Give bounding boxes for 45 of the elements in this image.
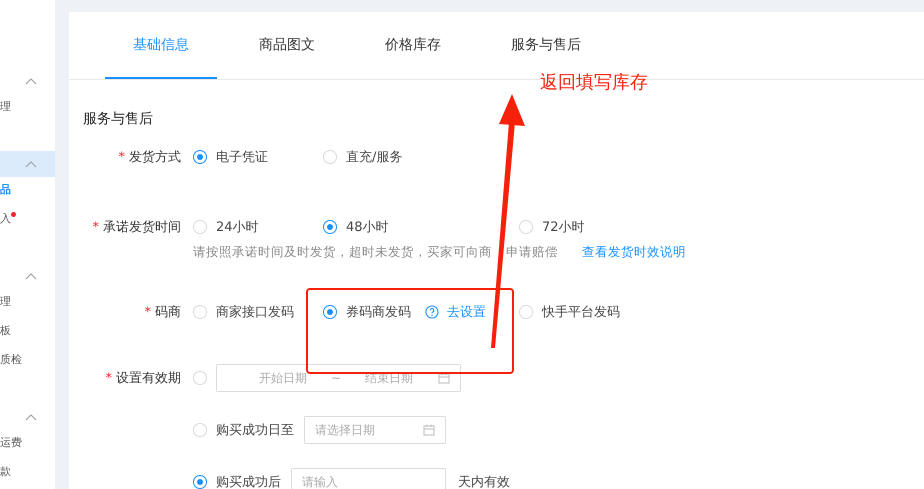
required-asterisk: * [118, 150, 125, 165]
chevron-icon [25, 413, 37, 421]
annotation-text: 返回填写库存 [540, 71, 648, 94]
field-label: 码商 [155, 305, 181, 320]
sidebar-item[interactable]: 入 [0, 211, 11, 226]
radio-button[interactable] [193, 150, 207, 164]
calendar-icon [438, 372, 450, 384]
suffix-text: 天内有效 [458, 474, 510, 489]
tab[interactable]: 价格库存 [357, 12, 469, 79]
required-asterisk: * [92, 220, 99, 235]
days-input-field[interactable]: 请输入 [291, 468, 446, 489]
field-label: 发货方式 [129, 150, 181, 165]
radio-button[interactable] [323, 220, 337, 234]
radio-label: 商家接口发码 [216, 304, 294, 321]
radio-label: 48小时 [346, 219, 389, 236]
radio-label: 电子凭证 [216, 149, 268, 166]
hint-text: 请按照承诺时间及时发货，超时未发货，买家可向商 [193, 244, 492, 261]
section-title: 服务与售后 [83, 110, 154, 129]
required-asterisk: * [144, 305, 151, 320]
radio-button[interactable] [193, 475, 207, 489]
field-label: 承诺发货时间 [103, 220, 181, 235]
sidebar-item[interactable]: 运费 [0, 435, 22, 450]
tab[interactable]: 商品图文 [231, 12, 343, 79]
radio-label: 快手平台发码 [542, 304, 620, 321]
sidebar-group-header[interactable] [0, 151, 55, 177]
sidebar-item[interactable]: 款 [0, 464, 11, 479]
chevron-icon [25, 77, 37, 85]
sidebar-item[interactable]: 质检 [0, 352, 22, 367]
radio-label: 直充/服务 [346, 149, 402, 166]
radio-label: 购买成功后 [216, 474, 281, 489]
sidebar-item[interactable]: 理 [0, 294, 11, 309]
hint-text: 申请赔偿 [506, 244, 558, 261]
sidebar-item[interactable]: 板 [0, 323, 11, 338]
required-asterisk: * [106, 371, 112, 386]
chevron-icon [25, 160, 37, 168]
radio-label: 券码商发码 [346, 304, 411, 321]
radio-label: 72小时 [542, 219, 585, 236]
radio-label: 购买成功日至 [216, 422, 294, 439]
radio-label: 24小时 [216, 219, 259, 236]
field-label: 设置有效期 [116, 371, 181, 386]
sidebar-item[interactable]: 理 [0, 99, 11, 114]
chevron-icon [25, 272, 37, 280]
radio-button[interactable] [323, 305, 337, 319]
calendar-icon [423, 424, 435, 436]
help-icon [425, 305, 439, 319]
